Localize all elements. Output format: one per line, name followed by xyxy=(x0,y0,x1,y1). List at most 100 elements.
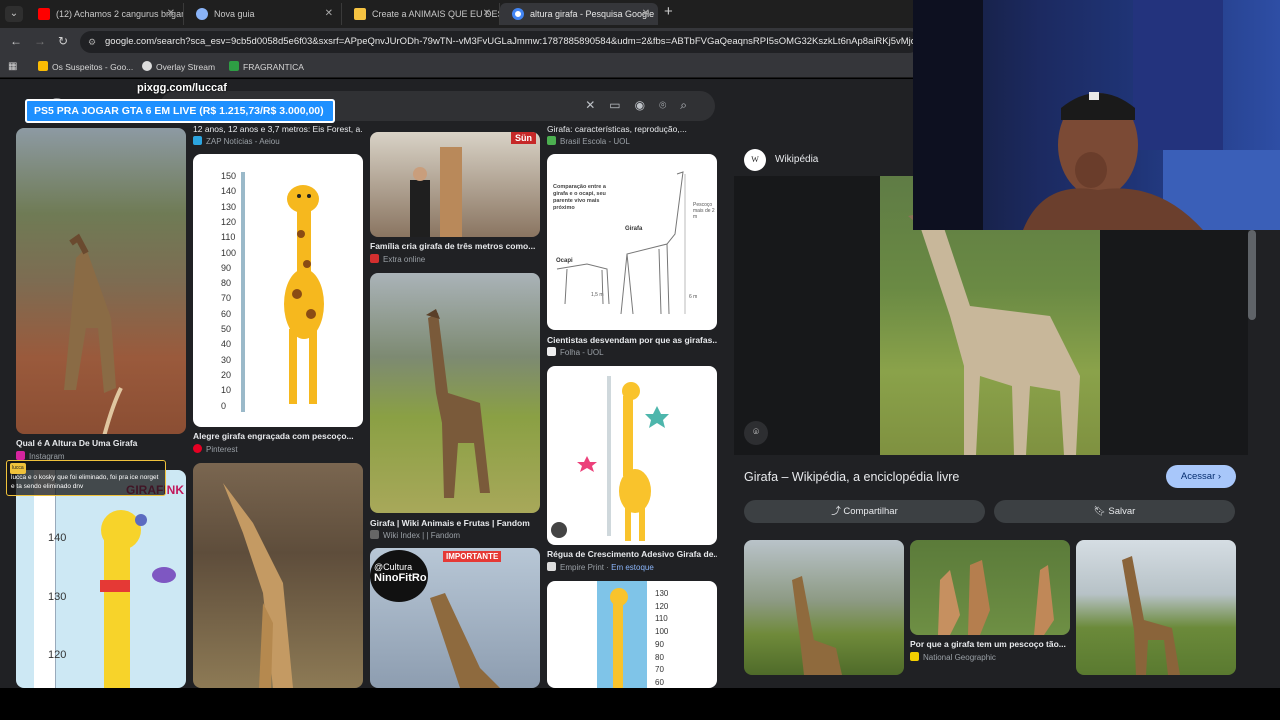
related-image-1[interactable] xyxy=(744,540,904,675)
youtube-icon xyxy=(38,8,50,20)
giraffes-image xyxy=(938,560,1054,635)
address-text: google.com/search?sca_esv=9cb5d0058d5e6f… xyxy=(105,36,920,47)
close-icon[interactable]: ✕ xyxy=(483,3,491,25)
chat-username: lucca xyxy=(10,463,26,474)
tab-search-menu-button[interactable]: ⌄ xyxy=(5,6,23,22)
close-icon[interactable]: ✕ xyxy=(167,3,175,25)
result-source[interactable]: National Geographic xyxy=(910,652,996,662)
related-image-2[interactable] xyxy=(910,540,1070,635)
cartoon-giraffe-image xyxy=(610,588,628,688)
chevron-right-icon: › xyxy=(1217,471,1222,482)
image-result-giraffe-savanna[interactable] xyxy=(370,273,540,513)
result-caption[interactable]: Girafa | Wiki Animais e Frutas | Fandom xyxy=(370,518,540,528)
tab-title: Create a ANIMAIS QUE EU DESENHE xyxy=(372,9,499,19)
giraffes-barn-image xyxy=(223,483,293,688)
globe-icon xyxy=(142,61,152,71)
address-bar[interactable]: ⚙ google.com/search?sca_esv=9cb5d0058d5e… xyxy=(80,31,920,53)
result-caption[interactable]: Família cria girafa de três metros como.… xyxy=(370,241,540,251)
save-button[interactable]: 🔖︎ Salvar xyxy=(994,500,1235,523)
tab-google-search[interactable]: altura girafa - Pesquisa Google ✕ xyxy=(500,3,658,25)
apps-grid-icon[interactable]: ▦ xyxy=(8,61,17,72)
close-icon[interactable]: ✕ xyxy=(642,3,650,25)
image-result-giraffe-drinking[interactable] xyxy=(16,128,186,434)
panel-source[interactable]: Wikipédia xyxy=(775,154,818,165)
result-caption[interactable]: Qual é A Altura De Uma Girafa xyxy=(16,438,186,448)
tab-title: (12) Achamos 2 cangurus brigando xyxy=(56,9,184,19)
tab-animais[interactable]: Create a ANIMAIS QUE EU DESENHE ✕ xyxy=(342,3,500,25)
result-caption[interactable]: Girafa: características, reprodução,... xyxy=(547,124,717,134)
site-settings-icon[interactable]: ⚙ xyxy=(88,31,96,53)
image-result-giraffe-ruler[interactable]: 150 140 130 120 110 100 90 80 70 60 50 40 30 20 10 0 xyxy=(193,154,363,427)
result-caption[interactable]: Régua de Crescimento Adesivo Girafa de..… xyxy=(547,549,717,559)
image-result-cultura-nino[interactable]: IMPORTANTE @Cultura NinoFitRo xyxy=(370,548,540,688)
bottom-black-bar xyxy=(0,688,1280,720)
share-icon: ⤴ xyxy=(831,506,841,517)
bookmark-os-suspeitos[interactable]: Os Suspeitos - Goo... xyxy=(38,61,133,72)
chat-message-overlay: lucca lucca e o kosky que foi eliminado,… xyxy=(6,460,166,496)
site-icon xyxy=(370,530,379,539)
close-icon[interactable]: ✕ xyxy=(325,3,333,25)
donation-goal-banner: PS5 PRA JOGAR GTA 6 EM LIVE (R$ 1.215,73… xyxy=(25,99,335,123)
national-geographic-icon xyxy=(910,652,919,661)
result-source[interactable]: Empire Print · Em estoque xyxy=(547,562,654,572)
image-result-family-giraffe[interactable]: Sün xyxy=(370,132,540,237)
image-result-giraffe-barn[interactable] xyxy=(193,463,363,688)
result-caption[interactable]: Cientistas desvendam por que as girafas.… xyxy=(547,335,717,345)
site-icon xyxy=(547,562,556,571)
google-icon xyxy=(512,8,524,20)
reload-icon[interactable]: ↻ xyxy=(58,34,68,48)
result-source[interactable]: Extra online xyxy=(370,254,425,264)
lens-search-button[interactable]: ⌾ xyxy=(744,421,768,445)
giraffe-image xyxy=(430,593,500,688)
stream-donation-link: pixgg.com/luccaf xyxy=(137,82,227,94)
bookmark-icon: 🔖︎ xyxy=(1093,506,1106,517)
wikipedia-icon: W xyxy=(744,149,766,171)
result-source[interactable]: Pinterest xyxy=(193,444,238,454)
chat-message-text: lucca e o kosky que foi eliminado, foi p… xyxy=(11,474,159,490)
cartoon-giraffe-image xyxy=(551,382,669,541)
result-source[interactable]: Wiki Index | | Fandom xyxy=(370,530,460,540)
site-icon xyxy=(547,347,556,356)
image-result-height-chart-sticker[interactable]: GIRAFINK 140 130 120 xyxy=(16,470,186,688)
back-arrow-icon[interactable]: ← xyxy=(10,34,22,48)
share-button[interactable]: ⤴ Compartilhar xyxy=(744,500,985,523)
result-caption[interactable]: 12 anos, 12 anos e 3,7 metros: Eis Fores… xyxy=(193,124,363,134)
streamer-webcam-image xyxy=(913,0,1280,230)
bookmark-overlay-stream[interactable]: Overlay Stream xyxy=(142,61,215,72)
site-icon xyxy=(193,136,202,145)
forward-arrow-icon[interactable]: → xyxy=(34,34,46,48)
image-result-giraffe-okapi-diagram[interactable]: Comparação entre a girafa e o ocapi, seu… xyxy=(547,154,717,330)
image-result-growth-ruler-sticker[interactable] xyxy=(547,366,717,545)
tab-new-tab[interactable]: Nova guia ✕ xyxy=(184,3,342,25)
result-caption[interactable]: Por que a girafa tem um pescoço tão... xyxy=(910,639,1070,649)
tab-title: altura girafa - Pesquisa Google xyxy=(530,9,655,19)
pinterest-icon xyxy=(193,444,202,453)
giraffe-image xyxy=(1122,556,1180,675)
bookmark-fragrantica[interactable]: FRAGRANTICA xyxy=(229,61,304,72)
visit-button[interactable]: Acessar › xyxy=(1166,465,1236,488)
giraffe-image xyxy=(792,576,842,675)
new-tab-button[interactable]: + xyxy=(664,3,673,20)
result-source[interactable]: ZAP Notícias - Aeiou xyxy=(193,136,280,146)
webcam-overlay xyxy=(913,0,1280,230)
giraffe-standing-image xyxy=(426,309,490,498)
search-bar-icons[interactable]: ✕▭◉⌾⌕ xyxy=(585,98,701,113)
related-image-3[interactable] xyxy=(1076,540,1236,675)
tab-youtube[interactable]: (12) Achamos 2 cangurus brigando ✕ xyxy=(26,3,184,25)
family-giraffe-image xyxy=(410,147,462,237)
cartoon-giraffe-image xyxy=(284,185,324,404)
bookmark-icon xyxy=(38,61,48,71)
result-source[interactable]: Folha - UOL xyxy=(547,347,604,357)
globe-icon xyxy=(196,8,208,20)
bookmark-icon xyxy=(229,61,239,71)
site-icon xyxy=(370,254,379,263)
panel-scrollbar[interactable] xyxy=(1248,230,1256,320)
image-result-blue-ruler[interactable]: 130 120 110 100 90 80 70 60 xyxy=(547,581,717,688)
newspaper-sign: Sün xyxy=(511,132,536,144)
in-stock-label: Em estoque xyxy=(611,563,654,572)
instagram-icon xyxy=(16,451,25,460)
result-caption[interactable]: Alegre girafa engraçada com pescoço... xyxy=(193,431,363,441)
result-source[interactable]: Brasil Escola - UOL xyxy=(547,136,630,146)
panel-title[interactable]: Girafa – Wikipédia, a enciclopédia livre xyxy=(744,470,959,484)
tab-title: Nova guia xyxy=(214,9,255,19)
